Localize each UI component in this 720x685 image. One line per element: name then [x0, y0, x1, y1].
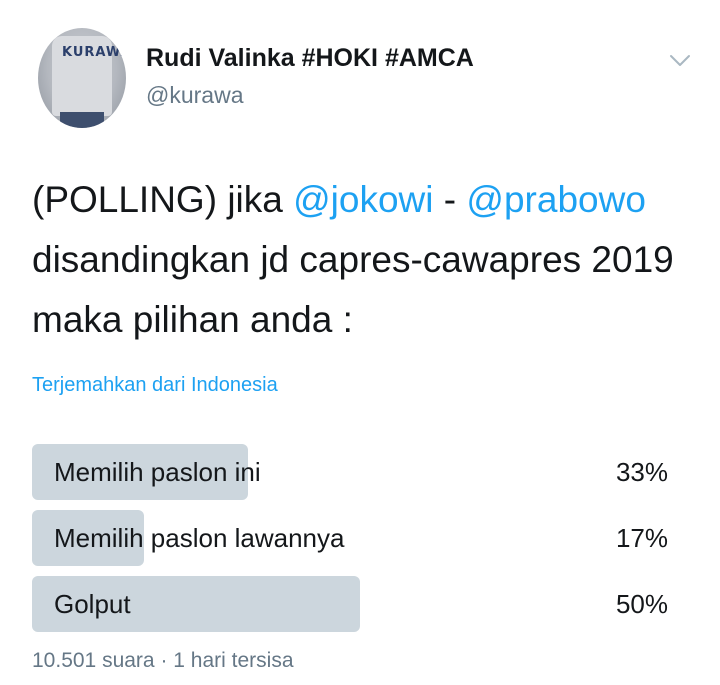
tweet-text-separator: - [433, 179, 467, 220]
mention-jokowi[interactable]: @jokowi [293, 179, 433, 220]
tweet-text-prefix: (POLLING) jika [32, 179, 294, 220]
author-handle[interactable]: @kurawa [146, 82, 244, 109]
tweet-text: (POLLING) jika @jokowi - @prabowo disand… [32, 170, 692, 350]
poll-meta-dot: · [154, 649, 174, 672]
chevron-down-icon[interactable] [668, 50, 692, 70]
poll-option-percent: 17% [615, 523, 668, 553]
poll-option: Golput 50% [32, 576, 668, 632]
tweet-text-suffix: disandingkan jd capres-cawapres 2019 mak… [32, 239, 674, 340]
author-display-name[interactable]: Rudi Valinka #HOKI #AMCA [146, 44, 474, 73]
poll-option-percent: 33% [615, 457, 668, 487]
avatar-jeans [60, 112, 104, 128]
avatar[interactable]: KURAWA [38, 28, 126, 128]
translate-link[interactable]: Terjemahkan dari Indonesia [32, 374, 278, 397]
poll-option-label: Memilih paslon lawannya [54, 523, 345, 553]
avatar-logo: KURAWA [62, 45, 126, 60]
poll-vote-count: 10.501 suara [32, 649, 155, 672]
poll-option-label: Memilih paslon ini [54, 457, 261, 487]
poll-option: Memilih paslon lawannya 17% [32, 510, 668, 566]
poll-time-left: 1 hari tersisa [173, 649, 294, 672]
poll-option-label: Golput [54, 589, 131, 619]
poll-meta: 10.501 suara · 1 hari tersisa [32, 649, 294, 673]
poll-option-percent: 50% [615, 589, 668, 619]
poll-option: Memilih paslon ini 33% [32, 444, 668, 500]
mention-prabowo[interactable]: @prabowo [466, 179, 646, 220]
